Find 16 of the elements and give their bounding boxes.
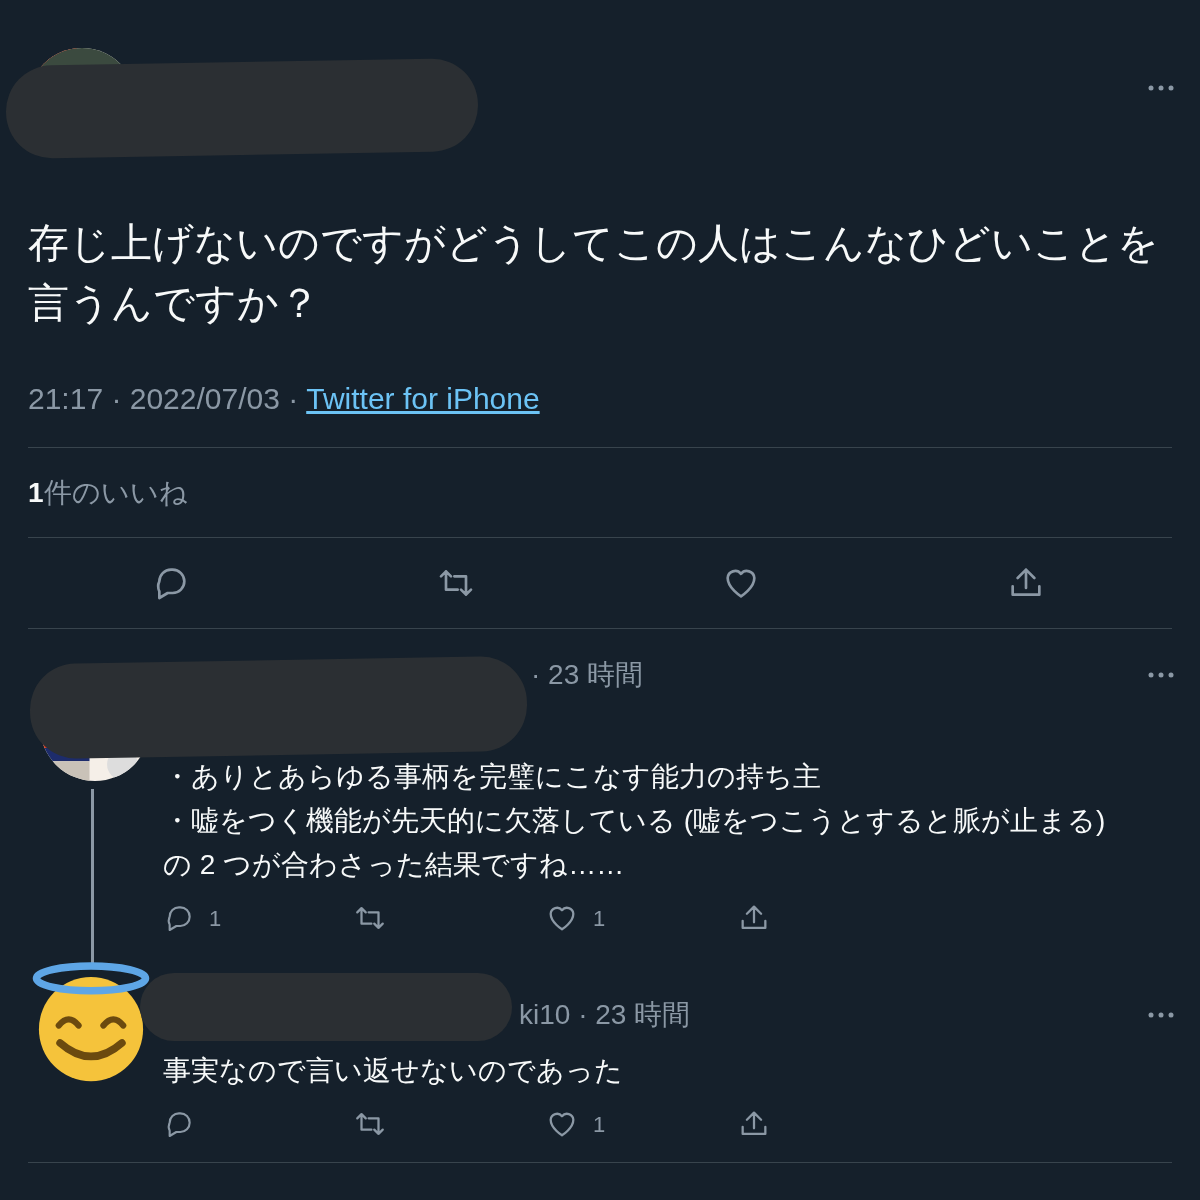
reply-count: 1: [209, 904, 222, 933]
tweet-text: 存じ上げないのですがどうしてこの人はこんなひどいことを言うんですか？: [28, 219, 1160, 328]
more-icon[interactable]: [1148, 85, 1174, 91]
tweet-timestamp: 21:17 · 2022/07/03 ·: [28, 381, 299, 417]
more-icon[interactable]: [1148, 672, 1174, 678]
source-link[interactable]: Twitter for iPhone: [306, 379, 540, 419]
more-icon[interactable]: [1148, 1012, 1174, 1018]
reply-meta: · 23 時間: [531, 658, 644, 692]
reply-text-line: ・嘘をつく機能が先天的に欠落している (嘘をつこうとすると脈が止まる): [163, 804, 1107, 838]
likes-count[interactable]: 1件のいいね: [28, 471, 188, 514]
like-count: 1: [593, 1110, 606, 1139]
like-count: 1: [593, 904, 606, 933]
reply-meta: ki10 · 23 時間: [519, 998, 691, 1032]
reply-text-line: の 2 つが合わさった結果ですね……: [163, 848, 626, 882]
reply-text-line: 事実なので言い返せないのであった: [163, 1054, 624, 1088]
reply-text-line: ・ありとあらゆる事柄を完璧にこなす能力の持ち主: [163, 760, 822, 794]
